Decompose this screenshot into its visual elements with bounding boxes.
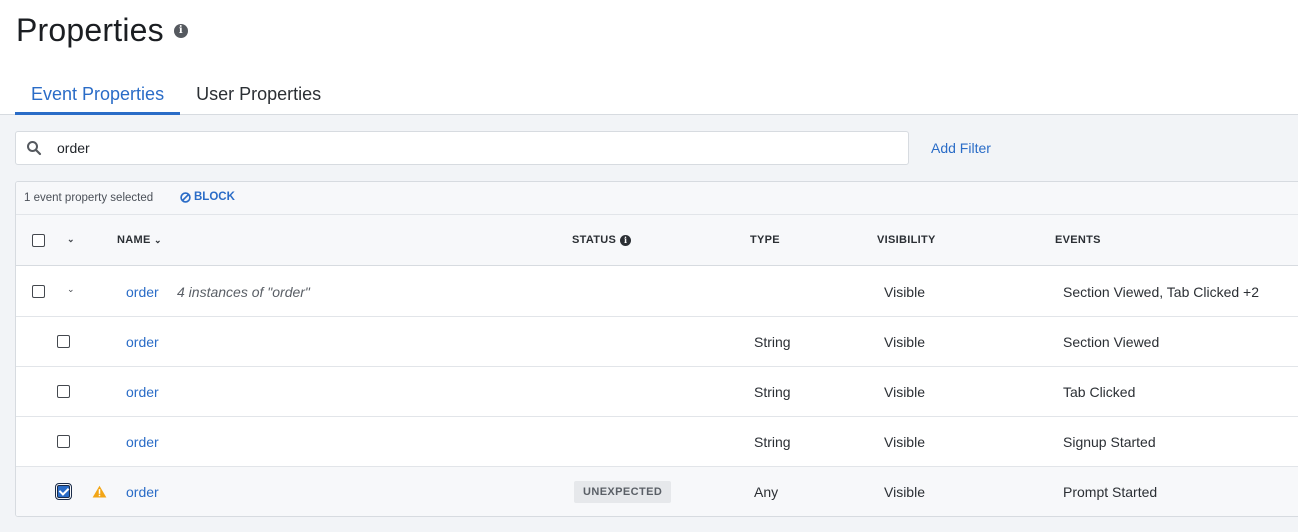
property-name-link[interactable]: order — [126, 334, 159, 350]
search-icon — [27, 141, 42, 156]
group-row[interactable]: ⌄ order 4 instances of "order" Visible S… — [16, 267, 1298, 317]
events-value: Prompt Started — [1063, 484, 1158, 500]
status-header-label: STATUS — [572, 234, 617, 246]
type-column-header: TYPE — [750, 234, 780, 246]
info-icon[interactable]: i — [173, 23, 188, 38]
page-title: Properties — [16, 12, 164, 48]
block-button[interactable]: BLOCK — [180, 191, 235, 203]
table-row[interactable]: order UNEXPECTED Any Visible Prompt Star… — [16, 467, 1298, 516]
chevron-down-icon: ⌄ — [153, 235, 162, 245]
events-value: Section Viewed — [1063, 334, 1160, 350]
row-checkbox[interactable] — [55, 483, 72, 500]
name-header-label: NAME — [117, 234, 151, 246]
select-all-checkbox[interactable] — [32, 234, 45, 247]
block-label: BLOCK — [194, 191, 235, 203]
page-title-wrap: Properties i — [16, 12, 188, 49]
property-name-link[interactable]: order — [126, 284, 159, 300]
visibility-value: Visible — [884, 434, 925, 450]
selection-count: 1 event property selected — [24, 192, 154, 204]
type-value: Any — [754, 484, 779, 500]
row-checkbox[interactable] — [57, 385, 70, 398]
property-name-link[interactable]: order — [126, 384, 159, 400]
events-value: Tab Clicked — [1063, 384, 1136, 400]
tab-bar: Event Properties User Properties — [15, 82, 337, 115]
type-value: String — [754, 384, 791, 400]
type-value: String — [754, 334, 791, 350]
status-column-header: STATUS i — [572, 234, 632, 246]
properties-table: 1 event property selected BLOCK ⌄ NAME ⌄… — [15, 181, 1298, 517]
block-icon — [180, 191, 191, 203]
visibility-value: Visible — [884, 284, 925, 300]
events-value: Section Viewed, Tab Clicked +2 — [1063, 284, 1259, 300]
property-name-link[interactable]: order — [126, 434, 159, 450]
table-header: ⌄ NAME ⌄ STATUS i TYPE VISIBILITY EVENTS — [16, 215, 1298, 266]
page-header: Properties i Event Properties User Prope… — [0, 0, 1298, 115]
info-icon[interactable]: i — [620, 234, 632, 246]
type-value: String — [754, 434, 791, 450]
row-checkbox[interactable] — [57, 335, 70, 348]
events-value: Signup Started — [1063, 434, 1156, 450]
tab-user-properties[interactable]: User Properties — [180, 82, 337, 115]
status-badge: UNEXPECTED — [574, 481, 672, 503]
chevron-down-icon[interactable]: ⌄ — [67, 284, 75, 295]
visibility-column-header: VISIBILITY — [877, 234, 936, 246]
events-column-header: EVENTS — [1055, 234, 1101, 246]
search-box — [15, 131, 909, 165]
visibility-value: Visible — [884, 484, 925, 500]
visibility-value: Visible — [884, 384, 925, 400]
warning-icon — [92, 485, 107, 498]
table-row[interactable]: order String Visible Section Viewed — [16, 317, 1298, 367]
table-row[interactable]: order String Visible Signup Started — [16, 417, 1298, 467]
search-input[interactable] — [57, 140, 857, 156]
table-row[interactable]: order String Visible Tab Clicked — [16, 367, 1298, 417]
property-name-link[interactable]: order — [126, 484, 159, 500]
visibility-value: Visible — [884, 334, 925, 350]
tab-event-properties[interactable]: Event Properties — [15, 82, 181, 115]
row-checkbox[interactable] — [57, 435, 70, 448]
chevron-down-icon[interactable]: ⌄ — [67, 234, 75, 245]
group-checkbox[interactable] — [32, 285, 45, 298]
instances-label: 4 instances of "order" — [177, 284, 310, 300]
name-column-header[interactable]: NAME ⌄ — [117, 234, 162, 246]
selection-bar: 1 event property selected BLOCK — [16, 182, 1298, 215]
add-filter-button[interactable]: Add Filter — [931, 140, 991, 156]
